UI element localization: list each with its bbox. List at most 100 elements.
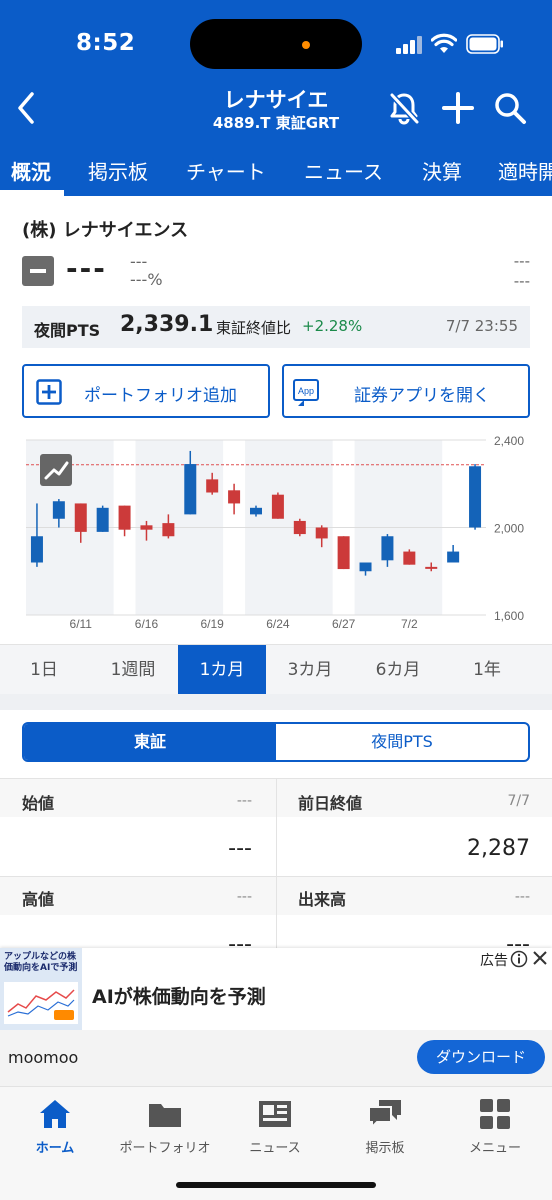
range-1y[interactable]: 1年 xyxy=(442,645,532,695)
privacy-indicator-dot xyxy=(302,41,310,49)
nav-board[interactable]: 掲示板 xyxy=(330,1097,440,1156)
range-tabs: 1日 1週間 1カ月 3カ月 6カ月 1年 xyxy=(0,644,552,695)
tab-chart[interactable]: チャート xyxy=(186,156,266,185)
volume-label: 出来高 xyxy=(298,890,347,909)
back-chevron-icon[interactable] xyxy=(8,88,44,128)
section-tabs: 概況 掲示板 チャート ニュース 決算 適時開 xyxy=(0,148,552,196)
page-subtitle: 4889.T 東証GRT xyxy=(212,114,340,132)
candle-body xyxy=(337,536,350,570)
tab-news[interactable]: ニュース xyxy=(304,156,383,185)
ad-image-text: アップルなどの株価動向をAIで予測 xyxy=(4,952,78,973)
chart-x-tick: 6/16 xyxy=(135,617,159,631)
tab-disclosure[interactable]: 適時開 xyxy=(498,156,552,185)
plus-box-icon xyxy=(36,379,62,405)
ad-download-button[interactable]: ダウンロード xyxy=(417,1040,545,1074)
candle-body xyxy=(184,464,197,515)
ad-close-icon[interactable] xyxy=(532,950,548,966)
signal-icon xyxy=(396,36,422,54)
home-indicator xyxy=(176,1182,376,1188)
prev-close-label: 前日終値 xyxy=(298,794,363,813)
tab-board[interactable]: 掲示板 xyxy=(88,156,148,185)
ad-headline: AIが株価動向を予測 xyxy=(92,986,266,1008)
candle-body xyxy=(52,501,65,519)
ad-image[interactable]: アップルなどの株価動向をAIで予測 xyxy=(0,948,82,1030)
candle-body xyxy=(162,523,175,537)
range-3m[interactable]: 3カ月 xyxy=(266,645,354,695)
price-change: --- xyxy=(130,252,148,271)
nav-home-label: ホーム xyxy=(35,1141,75,1156)
pts-label: 夜間PTS xyxy=(34,321,101,340)
open-value: --- xyxy=(228,836,252,861)
range-1w[interactable]: 1週間 xyxy=(88,645,178,695)
price-meta-bottom: --- xyxy=(513,272,530,290)
candle-body xyxy=(293,520,306,535)
prev-close-meta: 7/7 xyxy=(507,793,530,809)
add-portfolio-button[interactable]: ポートフォリオ追加 xyxy=(22,364,270,418)
pts-summary: 夜間PTS 2,339.1 東証終値比 +2.28% 7/7 23:55 xyxy=(22,306,530,348)
add-portfolio-label: ポートフォリオ追加 xyxy=(84,386,237,406)
candle-body xyxy=(140,525,153,530)
price-meta-top: --- xyxy=(513,252,530,270)
range-6m[interactable]: 6カ月 xyxy=(354,645,442,695)
market-pts-button[interactable]: 夜間PTS xyxy=(276,724,528,760)
app-icon: App xyxy=(293,379,319,406)
high-meta: --- xyxy=(236,889,252,905)
plus-icon[interactable] xyxy=(440,90,476,126)
candle-body xyxy=(30,536,43,563)
search-icon[interactable] xyxy=(492,90,528,126)
candle-body xyxy=(271,494,284,519)
dynamic-island xyxy=(190,19,362,69)
nav-portfolio[interactable]: ポートフォリオ xyxy=(110,1097,220,1156)
candle-body xyxy=(425,566,438,569)
folder-icon xyxy=(149,1104,181,1127)
chart-x-tick: 6/27 xyxy=(332,617,356,631)
candle-body xyxy=(381,536,394,561)
chart-y-tick: 1,600 xyxy=(494,609,524,623)
chart-x-tick: 6/24 xyxy=(266,617,290,631)
tab-earnings[interactable]: 決算 xyxy=(422,156,462,185)
nav-home[interactable]: ホーム xyxy=(0,1097,110,1156)
range-1d[interactable]: 1日 xyxy=(0,645,88,695)
chart-y-tick: 2,000 xyxy=(494,522,524,536)
minus-icon xyxy=(22,256,54,286)
grid-menu-icon xyxy=(480,1099,510,1129)
trend-chart-icon[interactable] xyxy=(40,454,72,486)
candle-body xyxy=(250,507,262,515)
open-broker-app-button[interactable]: App 証券アプリを開く xyxy=(282,364,530,418)
chart-x-tick: 6/11 xyxy=(70,617,93,631)
ad-info-icon[interactable] xyxy=(510,950,528,968)
bell-off-icon[interactable] xyxy=(386,90,422,126)
grid-vertical-divider xyxy=(276,778,277,948)
tab-overview[interactable]: 概況 xyxy=(11,156,51,185)
section-divider xyxy=(0,694,552,710)
candle-body xyxy=(447,551,460,563)
ad-tag: 広告 xyxy=(480,953,508,969)
candle-body xyxy=(206,479,219,493)
market-tse-button[interactable]: 東証 xyxy=(24,724,276,760)
open-label: 始値 xyxy=(22,794,55,813)
pts-change: +2.28% xyxy=(302,317,363,335)
open-broker-app-label: 証券アプリを開く xyxy=(354,386,490,406)
candle-body xyxy=(118,505,131,530)
status-time: 8:52 xyxy=(76,30,136,56)
ad-banner[interactable]: アップルなどの株価動向をAIで予測 AIが株価動向を予測 広告 moomoo ダ… xyxy=(0,948,552,1086)
home-icon xyxy=(40,1100,70,1128)
candle-body xyxy=(315,527,328,539)
newspaper-icon xyxy=(259,1101,291,1127)
price-change-pct: ---% xyxy=(130,270,163,289)
company-name: (株) レナサイエンス xyxy=(22,220,189,241)
high-label: 高値 xyxy=(22,890,55,909)
chat-bubbles-icon xyxy=(368,1100,401,1130)
pts-time: 7/7 23:55 xyxy=(445,317,518,335)
candle-body xyxy=(469,466,482,528)
ad-brand: moomoo xyxy=(8,1048,79,1067)
price-chart[interactable]: 2,400 2,000 1,600 6/11 6/16 6/19 6/24 6/27 7/2 xyxy=(0,430,552,642)
nav-news[interactable]: ニュース xyxy=(220,1097,330,1156)
active-tab-indicator xyxy=(0,190,64,196)
nav-menu[interactable]: メニュー xyxy=(440,1097,550,1156)
current-price: --- xyxy=(66,252,107,285)
range-1m[interactable]: 1カ月 xyxy=(178,645,266,695)
chart-x-tick: 7/2 xyxy=(401,617,418,631)
pts-price: 2,339.1 xyxy=(120,312,214,337)
chart-y-tick: 2,400 xyxy=(494,434,524,448)
